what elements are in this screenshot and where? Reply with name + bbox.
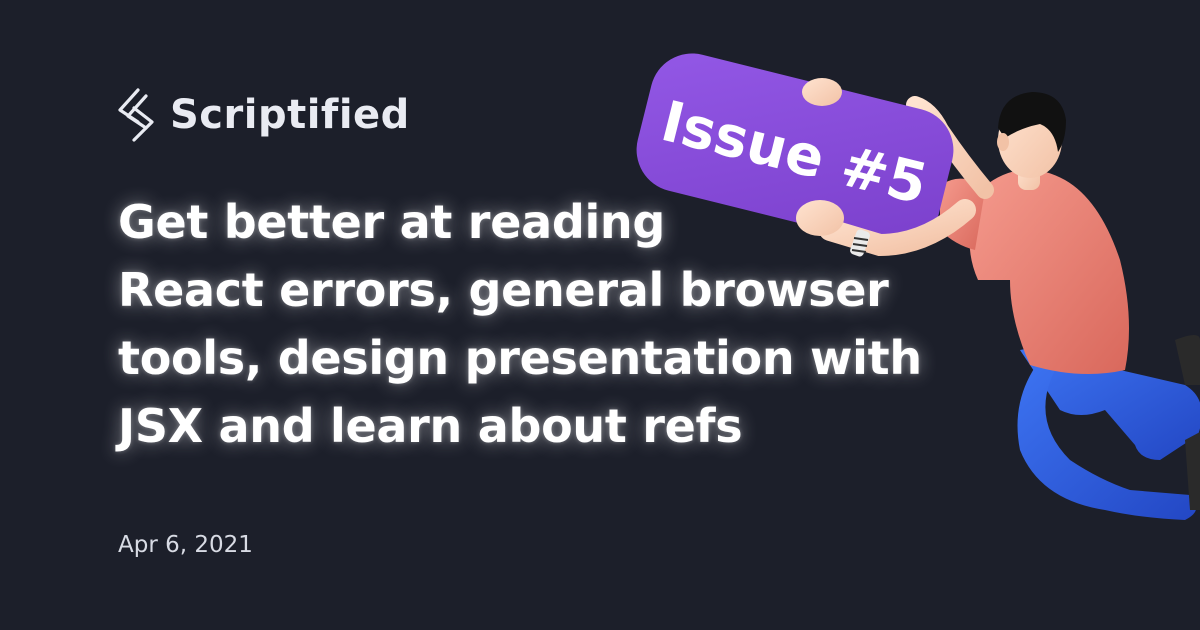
issue-badge: Issue #5 bbox=[636, 53, 954, 247]
upper-hand bbox=[802, 78, 842, 106]
brand-name: Scriptified bbox=[170, 92, 410, 138]
brand: Scriptified bbox=[116, 88, 410, 142]
person-holding-sign-illustration: Issue #5 bbox=[636, 53, 1200, 520]
scriptified-logo-icon bbox=[118, 88, 154, 142]
lower-hand bbox=[796, 200, 844, 236]
publish-date: Apr 6, 2021 bbox=[118, 532, 253, 558]
head bbox=[997, 92, 1066, 178]
social-card: Scriptified Get better at reading React … bbox=[0, 0, 1200, 630]
